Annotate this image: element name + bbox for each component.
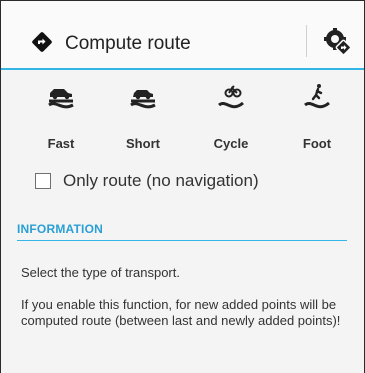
- transport-label: Cycle: [213, 136, 249, 151]
- transport-foot[interactable]: Foot: [281, 83, 353, 157]
- transport-label: Short: [126, 136, 160, 151]
- compute-route-dialog: Compute route Fast Short Cycle Foot Only…: [0, 0, 365, 373]
- dialog-title: Compute route: [65, 33, 191, 54]
- fast-car-icon: [48, 89, 74, 109]
- dialog-header: Compute route: [1, 1, 364, 68]
- cycle-icon: [218, 85, 244, 109]
- route-navigation-icon: [32, 32, 52, 52]
- transport-fast[interactable]: Fast: [25, 83, 97, 157]
- header-divider: [1, 68, 364, 70]
- route-settings-icon[interactable]: [323, 27, 353, 57]
- information-line: Select the type of transport.: [21, 265, 180, 280]
- only-route-label[interactable]: Only route (no navigation): [63, 171, 259, 191]
- header-separator: [306, 25, 307, 57]
- transport-cycle[interactable]: Cycle: [195, 83, 267, 157]
- information-divider: [17, 240, 347, 241]
- transport-label: Fast: [47, 136, 75, 151]
- foot-icon: [304, 84, 330, 109]
- transport-label: Foot: [302, 136, 332, 151]
- information-section-title: INFORMATION: [17, 222, 103, 236]
- transport-short[interactable]: Short: [107, 83, 179, 157]
- information-paragraph: If you enable this function, for new add…: [21, 297, 341, 328]
- short-car-icon: [130, 90, 156, 109]
- only-route-checkbox[interactable]: [35, 173, 51, 189]
